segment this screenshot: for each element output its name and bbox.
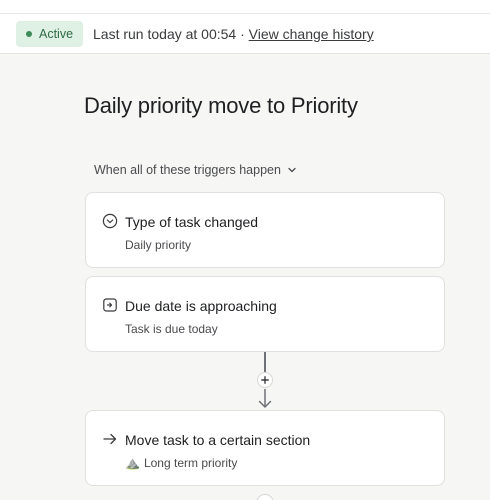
trigger-card-due-date[interactable]: Due date is approaching Task is due toda… [85,276,445,352]
trigger-subtitle: Daily priority [125,238,192,252]
action-subtitle: ⛰️ Long term priority [125,456,237,470]
section-name: Long term priority [143,456,238,470]
add-step-button[interactable] [257,372,273,388]
page-title: Daily priority move to Priority [84,93,358,118]
action-title: Move task to a certain section [125,432,311,448]
arrow-right-icon [103,433,117,445]
view-change-history-link[interactable]: View change history [249,26,374,42]
action-card-move-task[interactable]: Move task to a certain section ⛰️ Long t… [85,410,445,486]
status-dot-icon [26,31,32,37]
trigger-subtitle: Task is due today [125,322,218,336]
calendar-clock-icon [103,298,117,312]
mountain-icon: ⛰️ [125,456,140,470]
add-step-button-bottom[interactable] [256,494,274,500]
trigger-title: Type of task changed [125,214,259,230]
chevron-circle-icon [102,213,118,229]
trigger-mode-dropdown[interactable]: When all of these triggers happen [94,163,297,177]
plus-icon [261,376,269,384]
status-label: Active [39,27,74,41]
last-run-text: Last run today at 00:54 · [93,26,249,42]
connector-line-top [264,352,266,372]
last-run-info: Last run today at 00:54 · View change hi… [93,26,374,42]
connector-arrow-down-icon [258,389,272,408]
top-divider [0,13,490,14]
chevron-down-icon [288,167,296,173]
trigger-title: Due date is approaching [125,298,277,314]
trigger-card-type-changed[interactable]: Type of task changed Daily priority [85,192,445,268]
status-badge: Active [16,21,84,47]
trigger-mode-label: When all of these triggers happen [94,163,281,177]
top-bar: Active Last run today at 00:54 · View ch… [0,0,490,54]
